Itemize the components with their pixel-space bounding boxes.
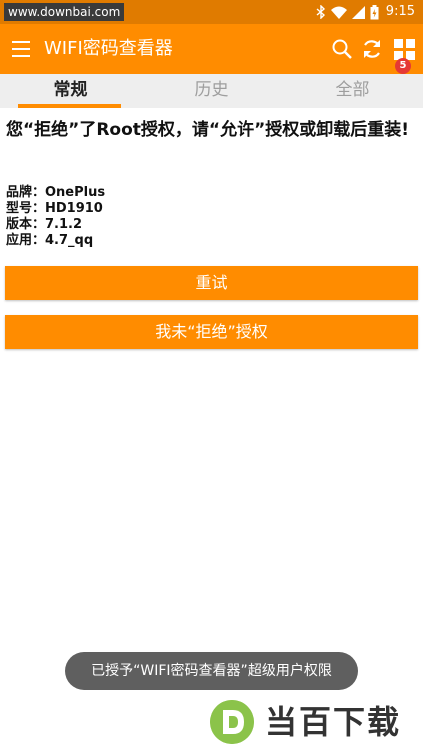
bluetooth-icon bbox=[316, 5, 325, 19]
search-icon[interactable] bbox=[330, 37, 354, 61]
site-logo: 当百下载 bbox=[205, 696, 423, 752]
battery-icon bbox=[370, 4, 379, 19]
root-denied-message: 您“拒绝”了Root授权，请“允许”授权或卸载后重装! bbox=[6, 120, 410, 140]
logo-text: 当百下载 bbox=[265, 703, 402, 741]
site-watermark: www.downbai.com bbox=[4, 3, 125, 21]
version-info: 版本：7.1.2 bbox=[6, 217, 83, 232]
not-denied-button[interactable]: 我未“拒绝”授权 bbox=[5, 315, 418, 349]
tab-bar: 常规 历史 全部 bbox=[0, 74, 423, 108]
model-info: 型号：HD1910 bbox=[6, 201, 103, 216]
wifi-signal-icon bbox=[330, 6, 347, 19]
clock: 9:15 bbox=[385, 4, 415, 19]
retry-button[interactable]: 重试 bbox=[5, 266, 418, 300]
app-bar: WIFI密码查看器 5 bbox=[0, 24, 423, 74]
logo-d-icon bbox=[210, 700, 254, 744]
brand-info: 品牌：OnePlus bbox=[6, 185, 106, 200]
status-bar: www.downbai.com 9:15 bbox=[0, 0, 423, 24]
app-title: WIFI密码查看器 bbox=[44, 38, 173, 59]
notification-badge: 5 bbox=[395, 58, 411, 74]
tab-general[interactable]: 常规 bbox=[0, 74, 141, 108]
toast-message: 已授予“WIFI密码查看器”超级用户权限 bbox=[65, 652, 358, 690]
menu-icon[interactable] bbox=[12, 41, 30, 57]
refresh-icon[interactable] bbox=[360, 37, 384, 61]
app-info: 应用：4.7_qq bbox=[6, 233, 94, 248]
cell-signal-icon bbox=[351, 5, 365, 19]
status-icons: 9:15 bbox=[316, 0, 415, 24]
tab-history[interactable]: 历史 bbox=[141, 74, 282, 108]
device-info: 品牌：OnePlus 型号：HD1910 版本：7.1.2 应用：4.7_qq bbox=[6, 185, 105, 249]
tab-all[interactable]: 全部 bbox=[282, 74, 423, 108]
